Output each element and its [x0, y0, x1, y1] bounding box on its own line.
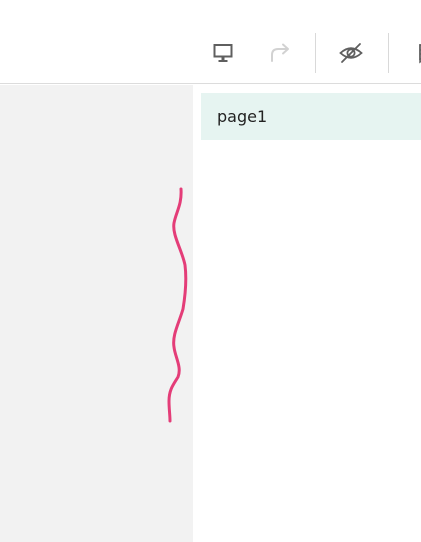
page-list-item[interactable]: page1: [201, 93, 421, 140]
redo-button[interactable]: [261, 34, 299, 72]
toolbar-separator: [315, 33, 316, 73]
drawing-canvas[interactable]: [0, 85, 193, 542]
freehand-stroke: [167, 187, 188, 423]
pages-icon: [411, 42, 421, 64]
eye-off-icon: [338, 42, 364, 64]
pages-panel: page1: [193, 85, 421, 542]
page-name-label: page1: [217, 107, 268, 126]
redo-icon: [267, 42, 293, 64]
presentation-icon: [212, 42, 234, 64]
presentation-button[interactable]: [204, 34, 242, 72]
top-toolbar: [0, 0, 421, 84]
toolbar-separator: [388, 33, 389, 73]
pages-button[interactable]: [403, 34, 421, 72]
toggle-visibility-button[interactable]: [332, 34, 370, 72]
